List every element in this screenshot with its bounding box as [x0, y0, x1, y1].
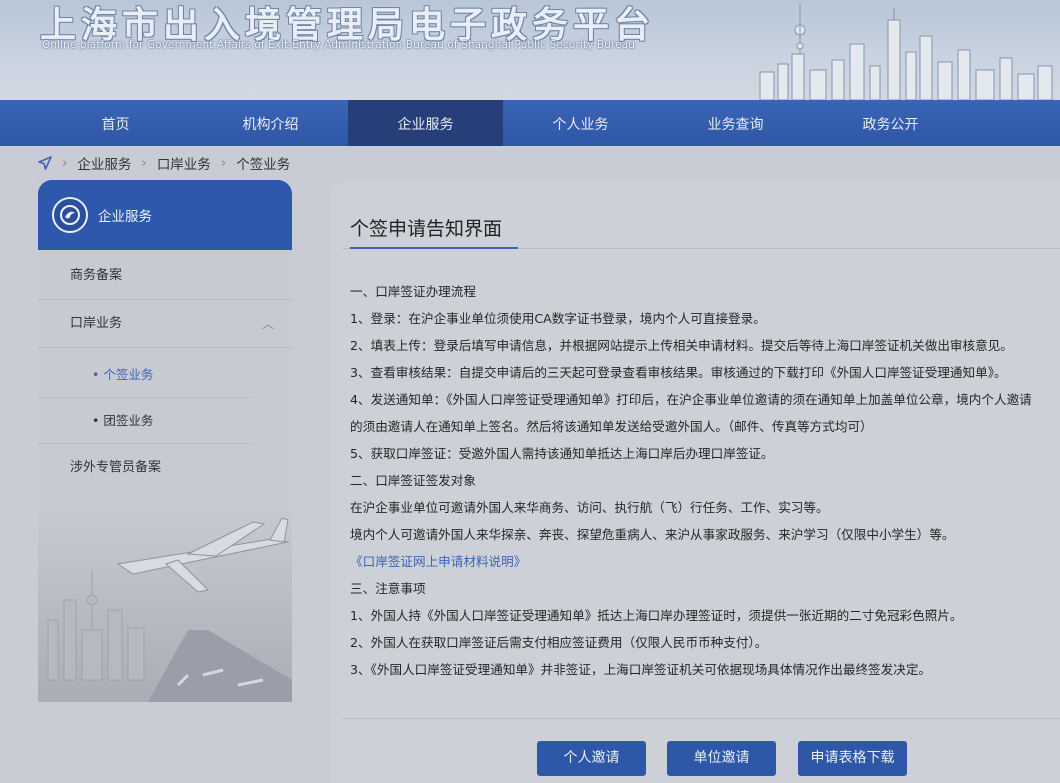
notice-line: 5、获取口岸签证：受邀外国人需持该通知单抵达上海口岸后办理口岸签证。 — [350, 446, 774, 461]
breadcrumb-separator: › — [220, 155, 227, 171]
notice-line: 3、《外国人口岸签证受理通知单》并非签证，上海口岸签证机关可依据现场具体情况作出… — [350, 662, 932, 677]
notice-line: 2、填表上传：登录后填写申请信息，并根据网站提示上传相关申请材料。提交后等待上海… — [350, 338, 1013, 353]
main-panel: 个签申请告知界面 一、口岸签证办理流程 1、登录：在沪企事业单位须使用CA数字证… — [330, 182, 1060, 783]
breadcrumb-enterprise[interactable]: 企业服务 — [77, 153, 131, 173]
police-emblem-icon — [52, 197, 88, 233]
sidebar-subitem-group-visa[interactable]: • 团签业务 — [38, 398, 252, 444]
nav-enterprise-services[interactable]: 企业服务 — [348, 100, 503, 146]
form-download-button[interactable]: 申请表格下载 — [798, 741, 907, 776]
section-heading: 二、口岸签证签发对象 — [350, 473, 476, 488]
sidebar-title: 企业服务 — [98, 209, 152, 225]
chevron-up-icon: ︿ — [261, 317, 274, 331]
nav-personal-business[interactable]: 个人业务 — [503, 100, 658, 146]
notice-line: 4、发送通知单：《外国人口岸签证受理通知单》打印后，在沪企事业单位邀请的须在通知… — [350, 392, 1032, 407]
breadcrumb-separator: › — [62, 155, 68, 171]
title-underline — [350, 247, 518, 249]
breadcrumb: › 企业服务 › 口岸业务 › 个签业务 — [38, 152, 290, 174]
notice-line: 在沪企事业单位可邀请外国人来华商务、访问、执行航（飞）行任务、工作、实习等。 — [350, 500, 829, 515]
nav-business-query[interactable]: 业务查询 — [658, 100, 813, 146]
bottom-divider — [342, 718, 1060, 719]
notice-line: 3、查看审核结果：自提交申请后的三天起可登录查看审核结果。审核通过的下载打印《外… — [350, 365, 1007, 380]
city-skyline-icon — [759, 4, 1053, 100]
notice-line: 1、外国人持《外国人口岸签证受理通知单》抵达上海口岸办理签证时，须提供一张近期的… — [350, 608, 963, 623]
section-heading: 一、口岸签证办理流程 — [350, 284, 476, 299]
section-heading: 三、注意事项 — [350, 581, 426, 596]
sidebar-subitem-individual-visa[interactable]: • 个签业务 — [38, 352, 252, 398]
sidebar: 企业服务 商务备案 口岸业务 ︿ • 个签业务 • 团签业务 涉外专管员备案 — [38, 180, 292, 702]
sidebar-item-business-filing[interactable]: 商务备案 — [38, 252, 292, 300]
notice-line: 2、外国人在获取口岸签证后需支付相应签证费用（仅限人民币币种支付）。 — [350, 635, 768, 650]
materials-description-link[interactable]: 《口岸签证网上申请材料说明》 — [350, 548, 1060, 575]
airport-illustration — [38, 510, 292, 702]
personal-invite-button[interactable]: 个人邀请 — [537, 741, 646, 776]
header-banner: 上海市出入境管理局电子政务平台 Online platform for Gove… — [0, 0, 1060, 100]
unit-invite-button[interactable]: 单位邀请 — [667, 741, 776, 776]
notice-line: 境内个人可邀请外国人来华探亲、奔丧、探望危重病人、来沪从事家政服务、来沪学习（仅… — [350, 527, 955, 542]
notice-content: 一、口岸签证办理流程 1、登录：在沪企事业单位须使用CA数字证书登录，境内个人可… — [350, 278, 1060, 683]
notice-line: 的须由邀请人在通知单上签名。然后将该通知单发送给受邀外国人。（邮件、传真等方式均… — [350, 419, 873, 434]
page-title: 个签申请告知界面 — [350, 218, 503, 240]
notice-line: 1、登录：在沪企事业单位须使用CA数字证书登录，境内个人可直接登录。 — [350, 311, 766, 326]
site-subtitle-en: Online platform for Government Affairs o… — [42, 39, 635, 51]
sidebar-item-label: 口岸业务 — [70, 316, 123, 331]
sidebar-header: 企业服务 — [38, 180, 292, 250]
location-arrow-icon — [38, 156, 52, 170]
nav-about[interactable]: 机构介绍 — [193, 100, 348, 146]
main-nav: 首页 机构介绍 企业服务 个人业务 业务查询 政务公开 — [0, 100, 1060, 146]
breadcrumb-port-business[interactable]: 口岸业务 — [157, 153, 211, 173]
nav-government-affairs[interactable]: 政务公开 — [813, 100, 968, 146]
sidebar-item-port-business[interactable]: 口岸业务 ︿ — [38, 300, 292, 348]
breadcrumb-separator: › — [141, 155, 147, 171]
breadcrumb-individual-visa: 个签业务 — [236, 157, 291, 173]
sidebar-item-foreign-affairs-filing[interactable]: 涉外专管员备案 — [38, 444, 292, 492]
nav-home[interactable]: 首页 — [38, 100, 193, 146]
